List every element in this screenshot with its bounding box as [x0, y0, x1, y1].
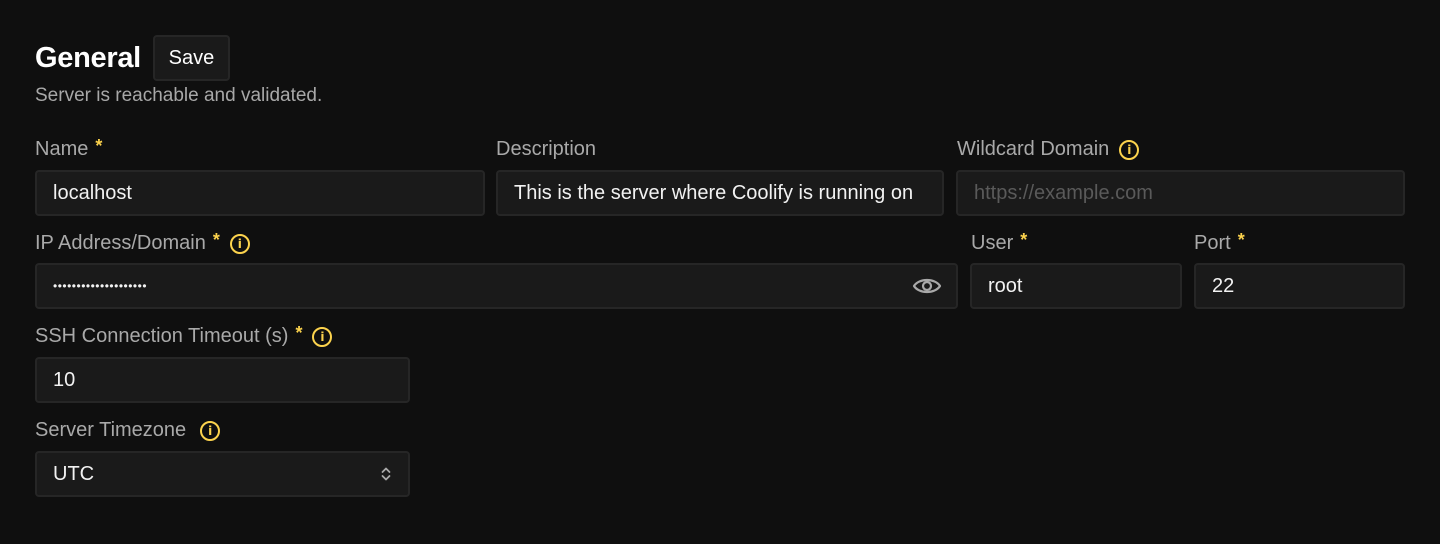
- wildcard-domain-input[interactable]: [956, 170, 1405, 216]
- required-marker: *: [295, 323, 303, 343]
- port-input[interactable]: 22: [1194, 263, 1405, 309]
- required-marker: *: [1237, 230, 1245, 250]
- ip-address-label: IP Address/Domain * i: [35, 230, 250, 255]
- info-icon[interactable]: i: [1119, 139, 1140, 160]
- ssh-timeout-input[interactable]: 10: [35, 357, 410, 403]
- status-text: Server is reachable and validated.: [35, 85, 323, 106]
- info-icon[interactable]: i: [312, 326, 333, 347]
- masked-password: ••••••••••••••••••••: [53, 279, 148, 293]
- info-icon[interactable]: i: [229, 233, 250, 254]
- wildcard-domain-text[interactable]: [974, 181, 1387, 205]
- ip-address-input[interactable]: ••••••••••••••••••••: [35, 263, 958, 309]
- ssh-timeout-label: SSH Connection Timeout (s) * i: [35, 323, 333, 348]
- wildcard-domain-label: Wildcard Domain i: [957, 138, 1140, 161]
- timezone-label: Server Timezone i: [35, 419, 221, 442]
- description-input[interactable]: This is the server where Coolify is runn…: [496, 170, 944, 216]
- user-input[interactable]: root: [970, 263, 1182, 309]
- description-label: Description: [496, 138, 597, 160]
- port-label: Port *: [1194, 230, 1245, 254]
- server-general-settings: General Save Server is reachable and val…: [0, 0, 1440, 544]
- save-button[interactable]: Save: [152, 35, 230, 81]
- required-marker: *: [212, 230, 220, 250]
- name-input[interactable]: localhost: [35, 170, 485, 216]
- info-icon[interactable]: i: [200, 420, 221, 441]
- user-label: User *: [971, 230, 1028, 254]
- timezone-select[interactable]: UTC: [35, 451, 410, 497]
- required-marker: *: [1020, 230, 1028, 250]
- name-label: Name *: [35, 136, 103, 160]
- eye-icon[interactable]: [912, 275, 942, 297]
- chevron-up-down-icon: [381, 467, 391, 481]
- page-title: General: [35, 41, 141, 74]
- header: General Save: [35, 35, 230, 81]
- required-marker: *: [95, 136, 103, 156]
